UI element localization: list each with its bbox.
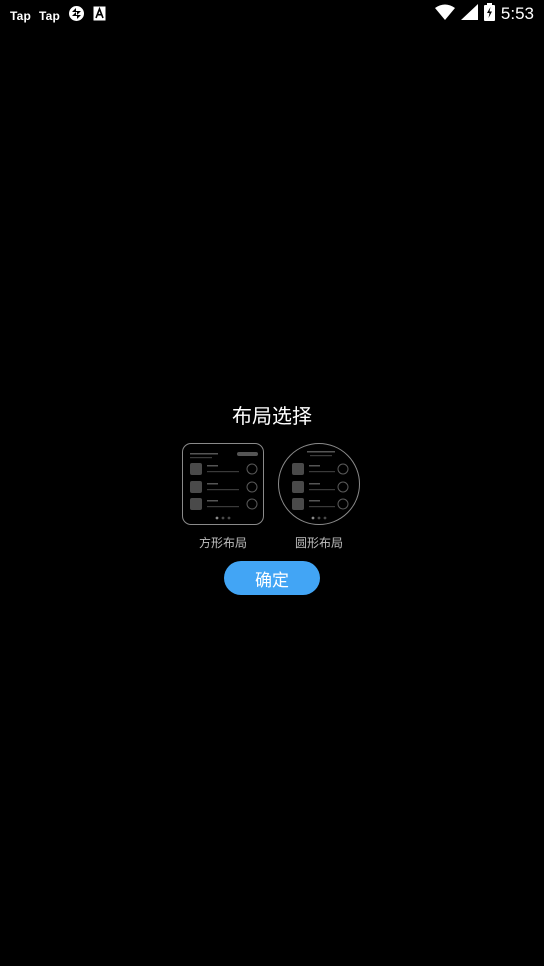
battery-charging-icon [483,3,495,25]
round-layout-label: 圆形布局 [294,536,343,550]
round-layout-thumbnail [292,451,349,520]
layout-selection-dialog: 布局选择 方形布局 圆形布局 确定 [172,396,372,606]
font-a-icon [93,6,106,25]
status-time: 5:53 [500,4,534,23]
status-bar-system: 5:53 [434,3,534,25]
taptap-notification-label: Tap [10,8,32,23]
round-layout-preview[interactable] [278,443,360,525]
wifi-icon [434,4,455,24]
square-layout-preview[interactable] [182,443,264,525]
confirm-button[interactable]: 确定 [224,561,320,595]
status-bar: Tap Tap 5:53 [0,0,544,28]
sync-icon [68,5,85,26]
status-bar-notifications: Tap Tap [10,5,106,26]
square-layout-label: 方形布局 [198,536,247,550]
taptap-notification-label-2: Tap [39,8,61,23]
signal-icon [460,4,478,24]
dialog-title: 布局选择 [232,404,312,428]
square-layout-thumbnail [190,452,258,520]
